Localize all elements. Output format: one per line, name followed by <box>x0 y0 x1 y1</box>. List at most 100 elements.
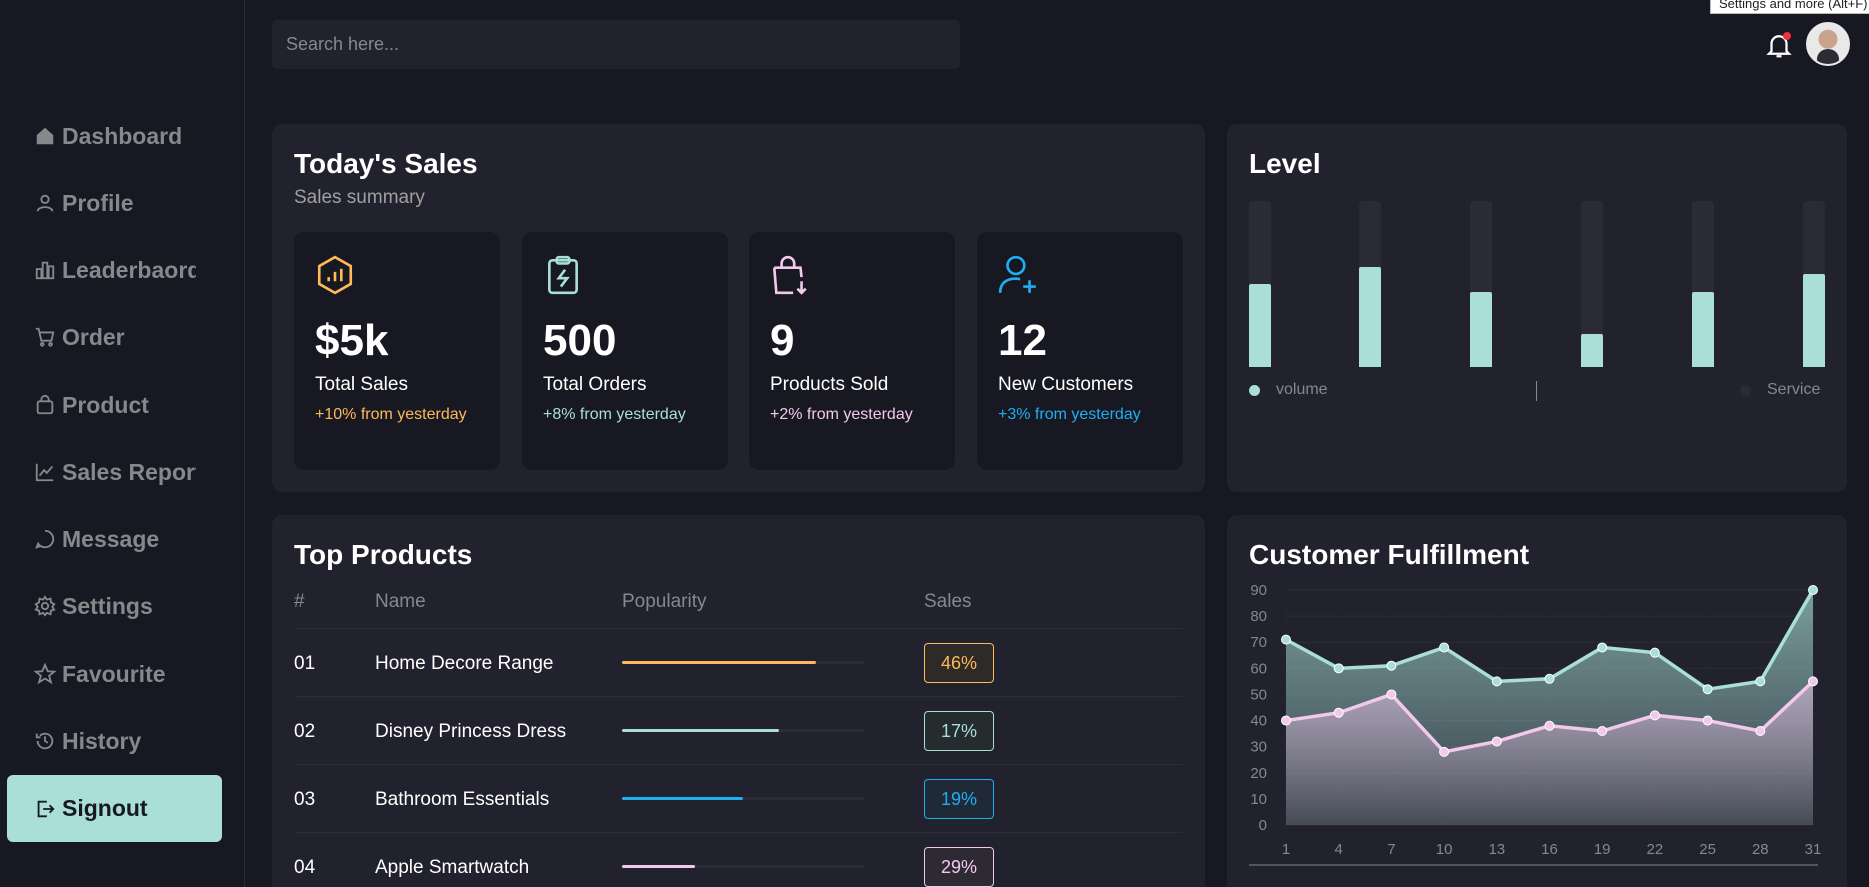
stat-value: 12 <box>998 316 1047 365</box>
data-point <box>1386 660 1397 671</box>
level-bar <box>1249 284 1271 367</box>
stat-value: $5k <box>315 316 389 365</box>
data-point <box>1281 715 1291 726</box>
sales-badge: 17% <box>924 711 995 751</box>
sidebar-item-label: Order <box>62 323 125 350</box>
data-point <box>1439 746 1450 757</box>
stat-card-total-sales: $5k Total Sales +10% from yesterday <box>294 232 500 470</box>
sidebar-item-leaderboard[interactable]: Leaderbaord <box>34 250 196 290</box>
notification-dot <box>1783 32 1791 40</box>
x-tick-label: 16 <box>1541 841 1558 858</box>
x-tick-label: 7 <box>1387 841 1395 858</box>
sidebar-item-label: Signout <box>62 795 148 821</box>
add-user-icon <box>998 255 1036 293</box>
row-divider <box>294 696 1182 697</box>
sidebar-item-history[interactable]: History <box>34 721 196 761</box>
y-tick-label: 10 <box>1250 791 1267 808</box>
data-point <box>1597 726 1608 736</box>
stat-label: Total Sales <box>315 374 408 395</box>
stat-card-total-orders: 500 Total Orders +8% from yesterday <box>522 232 728 470</box>
panel-subtitle: Sales summary <box>294 187 425 208</box>
data-point <box>1808 585 1818 595</box>
star-icon <box>34 663 56 685</box>
sidebar-item-sales-report[interactable]: Sales Report <box>34 452 196 492</box>
stat-value: 500 <box>543 316 617 365</box>
panel-title: Customer Fulfillment <box>1249 539 1530 570</box>
stat-change: +8% from yesterday <box>543 406 686 423</box>
sidebar-item-label: Settings <box>62 592 153 619</box>
fulfillment-chart: 0 10 20 30 40 50 60 70 80 90 1 4 7 10 13 16 19 22 25 28 31 <box>1249 582 1822 866</box>
y-tick-label: 40 <box>1250 713 1267 730</box>
x-tick-label: 1 <box>1282 841 1290 858</box>
sales-badge: 29% <box>924 847 995 887</box>
stat-change: +2% from yesterday <box>770 406 913 423</box>
table-header-index: # <box>294 591 305 612</box>
sidebar-item-settings[interactable]: Settings <box>34 586 196 626</box>
row-name: Home Decore Range <box>375 653 554 674</box>
x-tick-label: 4 <box>1335 841 1343 858</box>
avatar[interactable] <box>1806 22 1850 66</box>
sidebar-item-favourite[interactable]: Favourite <box>34 654 196 694</box>
level-bar <box>1470 292 1492 367</box>
row-divider <box>294 628 1182 629</box>
notifications-button[interactable] <box>1764 30 1794 60</box>
sidebar-item-order[interactable]: Order <box>34 317 196 357</box>
table-header-name: Name <box>375 591 426 612</box>
row-index: 04 <box>294 857 316 878</box>
row-name: Bathroom Essentials <box>375 789 550 810</box>
sidebar-item-label: Favourite <box>62 660 166 687</box>
table-header-popularity: Popularity <box>622 591 707 612</box>
sidebar-item-label: History <box>62 727 142 754</box>
sales-badge: 46% <box>924 643 995 683</box>
data-point <box>1491 676 1502 687</box>
data-point <box>1649 710 1660 721</box>
row-name: Apple Smartwatch <box>375 857 530 878</box>
panel-title: Today's Sales <box>294 148 478 179</box>
data-point <box>1439 642 1450 653</box>
data-point <box>1544 673 1555 684</box>
sidebar-item-label: Message <box>62 525 160 552</box>
sidebar-item-product[interactable]: Product <box>34 385 196 425</box>
x-tick-label: 31 <box>1805 841 1822 858</box>
x-tick-label: 22 <box>1647 841 1664 858</box>
data-point <box>1808 676 1818 687</box>
sidebar-item-dashboard[interactable]: Dashboard <box>34 116 196 156</box>
search-bar <box>272 20 960 69</box>
sidebar-item-message[interactable]: Message <box>34 519 196 559</box>
data-point <box>1491 736 1502 747</box>
stat-label: Total Orders <box>543 374 647 395</box>
panel-title: Top Products <box>294 539 473 570</box>
x-tick-label: 10 <box>1436 841 1453 858</box>
popularity-fill <box>622 661 816 664</box>
x-tick-label: 13 <box>1488 841 1505 858</box>
data-point <box>1702 684 1713 695</box>
legend-label-volume: volume <box>1276 381 1328 398</box>
data-point <box>1755 676 1766 687</box>
y-tick-label: 0 <box>1259 817 1267 834</box>
level-panel: Level <box>1227 124 1847 492</box>
search-input[interactable] <box>272 20 960 69</box>
signout-icon <box>37 800 55 817</box>
signout-button[interactable]: Signout <box>7 775 222 842</box>
bag-icon <box>36 394 54 415</box>
y-tick-label: 80 <box>1250 608 1267 625</box>
popularity-bar <box>622 797 864 800</box>
bar-chart-icon <box>35 261 55 280</box>
settings-tooltip: Settings and more (Alt+F) <box>1710 0 1869 14</box>
row-index: 02 <box>294 721 316 742</box>
y-tick-label: 60 <box>1250 660 1267 677</box>
sales-hexagon-icon <box>317 255 353 295</box>
sidebar: Dashboard Profile Leaderbaord Order Prod… <box>0 0 245 887</box>
legend-divider <box>1536 381 1537 401</box>
line-chart-icon <box>35 463 54 482</box>
stat-change: +3% from yesterday <box>998 406 1141 423</box>
data-point <box>1333 663 1344 674</box>
home-icon <box>36 127 54 145</box>
stat-change: +10% from yesterday <box>315 406 467 423</box>
sidebar-item-profile[interactable]: Profile <box>34 183 196 223</box>
sales-badge: 19% <box>924 779 995 819</box>
user-icon <box>36 194 54 212</box>
row-divider <box>294 832 1182 833</box>
data-point <box>1544 720 1555 731</box>
stat-value: 9 <box>770 316 795 365</box>
